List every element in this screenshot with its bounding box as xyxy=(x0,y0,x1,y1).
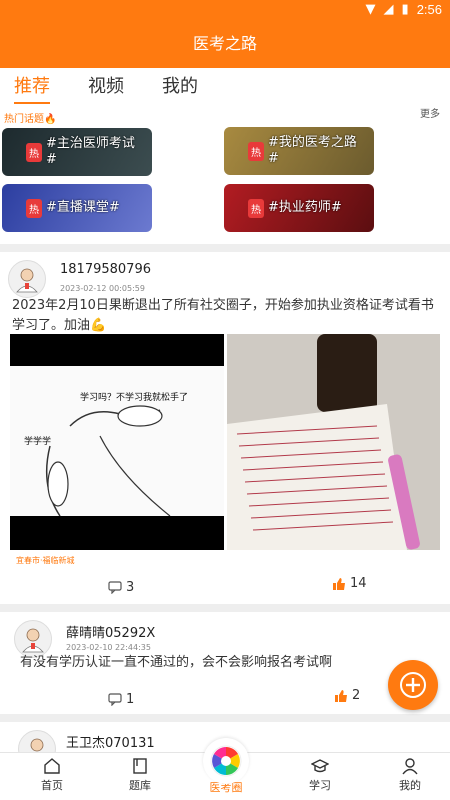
topic-card-pharmacist[interactable]: 热 #执业药师# xyxy=(224,184,374,232)
nav-question-bank-label: 题库 xyxy=(129,779,151,792)
topic-card-my-exam-road[interactable]: 热 #我的医考之路# xyxy=(224,127,374,175)
like-count-value: 14 xyxy=(350,576,367,591)
nav-question-bank[interactable]: 题库 xyxy=(110,757,170,793)
doctor-avatar-icon xyxy=(16,268,38,293)
graduation-cap-icon xyxy=(311,759,329,773)
section-divider xyxy=(0,244,450,252)
nav-home[interactable]: 首页 xyxy=(22,757,82,793)
tab-mine[interactable]: 我的 xyxy=(162,72,198,98)
post-content[interactable]: 2023年2月10日果断退出了所有社交圈子，开始参加执业资格证考试看书学习了。加… xyxy=(12,296,440,336)
post-location[interactable]: 宜春市·福临新城 xyxy=(16,555,75,566)
meme-caption-top: 学习吗？不学习我就松手了 xyxy=(80,393,189,403)
post-time: 2023-02-12 00:05:59 xyxy=(60,284,145,293)
book-icon xyxy=(133,758,147,774)
section-divider xyxy=(0,604,450,612)
nav-circle-button[interactable] xyxy=(203,738,249,784)
post-username[interactable]: 薛晴晴05292X xyxy=(66,622,155,641)
post-time: 2023-02-10 22:44:35 xyxy=(66,643,151,652)
post-image-meme[interactable]: 学习吗？不学习我就松手了 学学学 xyxy=(10,334,224,550)
topic-label: #主治医师考试# xyxy=(46,136,135,167)
notebook-photo xyxy=(227,334,440,550)
post-image-notebook[interactable] xyxy=(227,334,440,550)
signal-icon: ◢ xyxy=(383,2,394,17)
hot-tag: 热 xyxy=(248,141,264,161)
doctor-avatar-icon xyxy=(22,628,44,653)
like-count[interactable]: 14 xyxy=(332,576,367,591)
avatar[interactable] xyxy=(8,260,46,298)
hot-tag: 热 xyxy=(26,198,42,218)
like-count-value: 2 xyxy=(352,688,361,703)
battery-icon: ▮ xyxy=(401,2,409,17)
nav-home-label: 首页 xyxy=(41,779,63,792)
nav-profile-label: 我的 xyxy=(399,779,421,792)
hot-tag: 热 xyxy=(248,198,264,218)
wifi-icon: ▼ xyxy=(365,2,376,17)
app-title: 医考之路 xyxy=(0,20,450,68)
comment-icon xyxy=(108,581,122,594)
topic-label: #我的医考之路# xyxy=(268,135,357,166)
thumbs-up-icon xyxy=(335,689,347,702)
comment-count-value: 3 xyxy=(126,580,135,595)
hot-tag: 热 xyxy=(26,142,42,162)
user-icon xyxy=(402,758,418,775)
comment-icon xyxy=(108,693,122,706)
nav-study[interactable]: 学习 xyxy=(290,757,350,793)
section-divider xyxy=(0,714,450,722)
thumbs-up-icon xyxy=(333,577,345,590)
post-content[interactable]: 有没有学历认证一直不通过的，会不会影响报名考试啊 xyxy=(20,653,420,673)
tab-recommend[interactable]: 推荐 xyxy=(14,72,50,104)
more-link[interactable]: 更多 xyxy=(420,105,440,120)
topic-label: #直播课堂# xyxy=(46,200,120,215)
comment-count[interactable]: 3 xyxy=(108,580,134,595)
hot-topics-title: 热门话题🔥 xyxy=(4,114,57,125)
home-icon xyxy=(44,758,60,774)
post-username[interactable]: 王卫杰070131 xyxy=(66,732,155,751)
nav-profile[interactable]: 我的 xyxy=(380,757,440,793)
topic-label: #执业药师# xyxy=(268,200,342,215)
tab-video[interactable]: 视频 xyxy=(88,72,124,98)
camera-aperture-icon xyxy=(210,745,242,777)
status-time: 2:56 xyxy=(416,2,442,17)
post-username[interactable]: 18179580796 xyxy=(60,262,151,277)
like-count[interactable]: 2 xyxy=(334,688,360,703)
fire-icon: 🔥 xyxy=(44,114,57,125)
feed-tabs: 推荐 视频 我的 xyxy=(0,68,450,104)
topic-card-live-class[interactable]: 热 #直播课堂# xyxy=(2,184,152,232)
create-post-button[interactable] xyxy=(388,660,438,710)
meme-caption-left: 学学学 xyxy=(24,437,52,447)
comment-count-value: 1 xyxy=(126,692,135,707)
comment-count[interactable]: 1 xyxy=(108,692,134,707)
status-bar: ▼ ◢ ▮ 2:56 xyxy=(0,0,450,20)
topic-card-attending-exam[interactable]: 热 #主治医师考试# xyxy=(2,128,152,176)
plus-icon xyxy=(400,672,426,698)
nav-study-label: 学习 xyxy=(309,779,331,792)
